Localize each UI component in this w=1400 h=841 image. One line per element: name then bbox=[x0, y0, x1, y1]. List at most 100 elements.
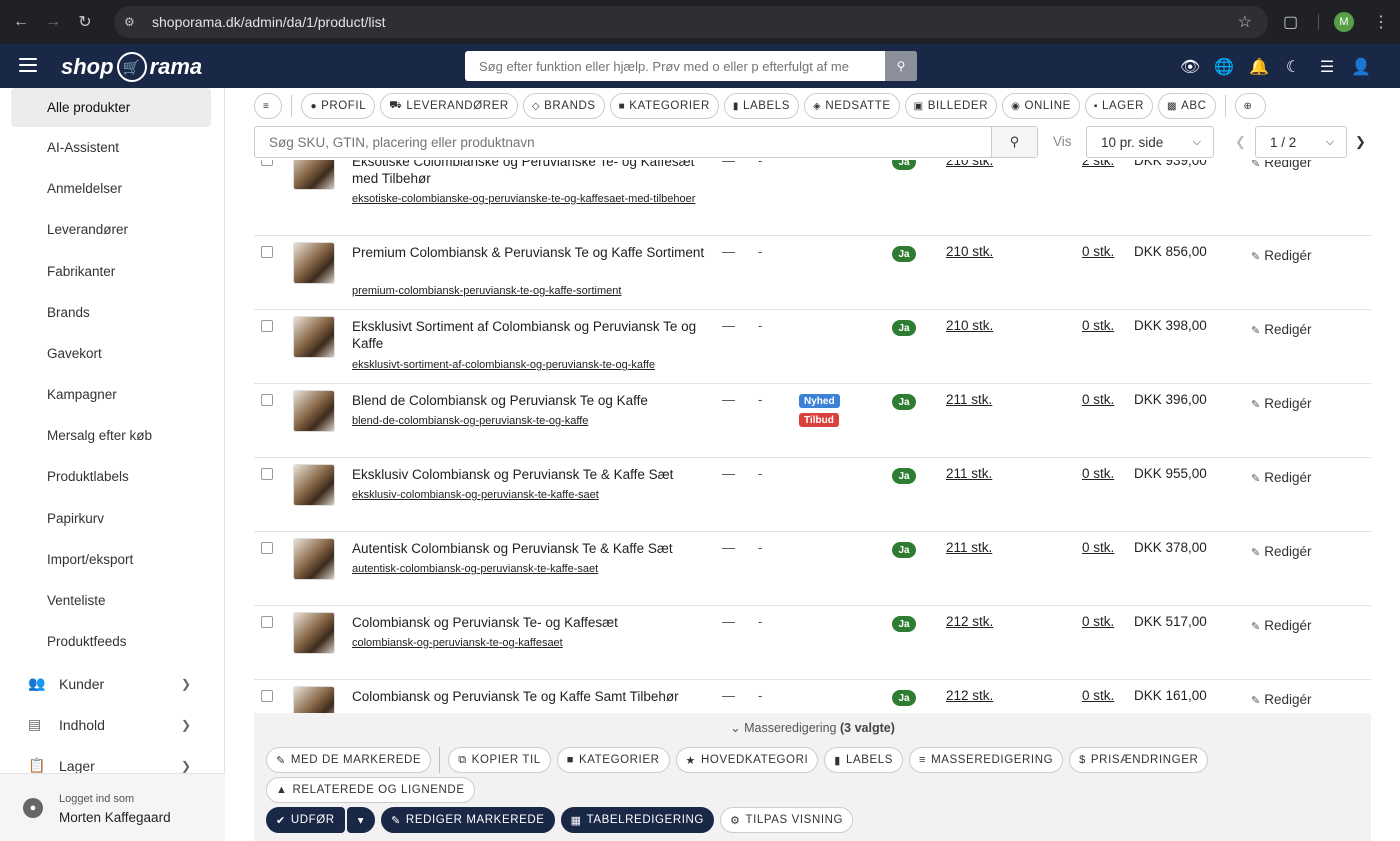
product-search-input[interactable] bbox=[255, 127, 991, 157]
hamburger-menu-icon[interactable] bbox=[19, 58, 37, 72]
user-icon[interactable]: 👤 bbox=[1351, 57, 1371, 77]
filter-chip-kategorier[interactable]: ■ KATEGORIER bbox=[609, 93, 719, 119]
add-filter-button[interactable]: ⊕ bbox=[1234, 93, 1266, 119]
sidebar-item-papirkurv[interactable]: Papirkurv bbox=[11, 499, 211, 538]
account-circle-icon[interactable]: ● bbox=[23, 798, 43, 818]
row-checkbox[interactable] bbox=[261, 246, 273, 258]
reserved-link[interactable]: 0 stk. bbox=[1082, 688, 1114, 703]
url-text[interactable]: shoporama.dk/admin/da/1/product/list bbox=[152, 14, 385, 30]
page-select[interactable]: 1 / 2 ⌵ bbox=[1255, 126, 1347, 158]
row-checkbox[interactable] bbox=[261, 616, 273, 628]
address-bar[interactable]: ⚙ shoporama.dk/admin/da/1/product/list ☆ bbox=[114, 6, 1268, 38]
table-row[interactable]: Autentisk Colombiansk og Peruviansk Te &… bbox=[254, 532, 1371, 606]
browser-menu-icon[interactable]: ⋮ bbox=[1373, 12, 1389, 32]
product-thumbnail[interactable] bbox=[293, 538, 335, 580]
reserved-link[interactable]: 0 stk. bbox=[1082, 244, 1114, 259]
moon-icon[interactable]: ☾ bbox=[1283, 57, 1303, 77]
execute-button[interactable]: ✔ UDFØR bbox=[266, 807, 345, 833]
filter-chip-abc[interactable]: ▩ ABC bbox=[1158, 93, 1216, 119]
labels-button[interactable]: ▮ LABELS bbox=[824, 747, 904, 773]
back-icon[interactable]: ← bbox=[10, 11, 32, 33]
table-row[interactable]: Colombiansk og Peruviansk Te og Kaffe Sa… bbox=[254, 680, 1371, 713]
filter-chip-brands[interactable]: ◇ BRANDS bbox=[522, 93, 605, 119]
filter-chip-billeder[interactable]: ▣ BILLEDER bbox=[904, 93, 998, 119]
product-slug[interactable]: premium-colombiansk-peruviansk-te-og-kaf… bbox=[352, 282, 712, 301]
edit-link[interactable]: ✎ Redigér bbox=[1251, 544, 1312, 559]
stock-link[interactable]: 211 stk. bbox=[946, 466, 992, 481]
table-row[interactable]: Eksklusiv Colombiansk og Peruviansk Te &… bbox=[254, 458, 1371, 532]
sidebar-item-alle-produkter[interactable]: Alle produkter bbox=[11, 88, 211, 127]
stock-link[interactable]: 212 stk. bbox=[946, 614, 993, 629]
bell-icon[interactable]: 🔔 bbox=[1249, 57, 1269, 77]
categories-button[interactable]: ■ KATEGORIER bbox=[556, 747, 670, 773]
product-slug[interactable]: colombiansk-og-peruviansk-te-og-kaffesae… bbox=[352, 634, 712, 653]
stock-link[interactable]: 212 stk. bbox=[946, 688, 993, 703]
row-checkbox[interactable] bbox=[261, 690, 273, 702]
product-name[interactable]: Eksklusivt Sortiment af Colombiansk og P… bbox=[352, 318, 712, 352]
search-icon[interactable]: ⚲ bbox=[885, 51, 917, 81]
row-checkbox[interactable] bbox=[261, 160, 273, 166]
edit-link[interactable]: ✎ Redigér bbox=[1251, 248, 1312, 263]
row-checkbox[interactable] bbox=[261, 542, 273, 554]
stock-link[interactable]: 211 stk. bbox=[946, 392, 992, 407]
global-search-input[interactable] bbox=[465, 51, 885, 81]
sidebar-item-import-eksport[interactable]: Import/eksport bbox=[11, 540, 211, 579]
table-row[interactable]: Premium Colombiansk & Peruviansk Te og K… bbox=[254, 236, 1371, 310]
reserved-link[interactable]: 0 stk. bbox=[1082, 540, 1114, 555]
product-thumbnail[interactable] bbox=[293, 160, 335, 190]
table-row[interactable]: Eksklusivt Sortiment af Colombiansk og P… bbox=[254, 310, 1371, 384]
reserved-link[interactable]: 2 stk. bbox=[1082, 160, 1114, 168]
sidebar-item-gavekort[interactable]: Gavekort bbox=[11, 334, 211, 373]
stock-link[interactable]: 210 stk. bbox=[946, 318, 993, 333]
product-slug[interactable]: eksklusivt-sortiment-af-colombiansk-og-p… bbox=[352, 356, 712, 375]
sidebar-item-kampagner[interactable]: Kampagner bbox=[11, 375, 211, 414]
sidebar-item-venteliste[interactable]: Venteliste bbox=[11, 581, 211, 620]
product-thumbnail[interactable] bbox=[293, 686, 335, 713]
bulk-edit-toggle[interactable]: ⌄ Masseredigering (3 valgte) bbox=[254, 720, 1371, 735]
forward-icon[interactable]: → bbox=[42, 11, 64, 33]
extensions-icon[interactable]: ▢ bbox=[1283, 12, 1298, 32]
sidebar-group-kunder[interactable]: 👥 Kunder ❯ bbox=[11, 664, 211, 703]
product-name[interactable]: Eksklusiv Colombiansk og Peruviansk Te &… bbox=[352, 466, 712, 483]
reserved-link[interactable]: 0 stk. bbox=[1082, 466, 1114, 481]
table-row[interactable]: Colombiansk og Peruviansk Te- og Kaffesæ… bbox=[254, 606, 1371, 680]
eye-icon[interactable]: 👁 bbox=[1180, 57, 1200, 77]
table-row[interactable]: Eksotiske Colombianske og Peruvianske Te… bbox=[254, 160, 1371, 236]
product-name[interactable]: Eksotiske Colombianske og Peruvianske Te… bbox=[352, 160, 712, 187]
product-name[interactable]: Colombiansk og Peruviansk Te- og Kaffesæ… bbox=[352, 614, 712, 631]
sort-toggle-button[interactable]: ≡ bbox=[254, 93, 283, 119]
reserved-link[interactable]: 0 stk. bbox=[1082, 318, 1114, 333]
per-page-select[interactable]: 10 pr. side ⌵ bbox=[1086, 126, 1214, 158]
row-checkbox[interactable] bbox=[261, 320, 273, 332]
stock-link[interactable]: 210 stk. bbox=[946, 160, 993, 168]
sidebar-item-fabrikanter[interactable]: Fabrikanter bbox=[11, 252, 211, 291]
site-settings-icon[interactable]: ⚙ bbox=[124, 15, 140, 29]
product-slug[interactable]: autentisk-colombiansk-og-peruviansk-te-k… bbox=[352, 560, 712, 579]
stack-icon[interactable]: ☰ bbox=[1317, 57, 1337, 77]
sidebar-item-produktfeeds[interactable]: Produktfeeds bbox=[11, 622, 211, 661]
filter-chip-labels[interactable]: ▮ LABELS bbox=[723, 93, 800, 119]
stock-link[interactable]: 211 stk. bbox=[946, 540, 992, 555]
sidebar-item-produktlabels[interactable]: Produktlabels bbox=[11, 457, 211, 496]
globe-icon[interactable]: 🌐 bbox=[1214, 57, 1234, 77]
previous-page-icon[interactable]: ❮ bbox=[1235, 134, 1246, 150]
filter-chip-leverandorer[interactable]: ⛟ LEVERANDØRER bbox=[380, 93, 518, 119]
bookmark-star-icon[interactable]: ☆ bbox=[1238, 12, 1252, 32]
edit-link[interactable]: ✎ Redigér bbox=[1251, 396, 1312, 411]
mass-edit-button[interactable]: ≡ MASSEREDIGERING bbox=[909, 747, 1064, 773]
stock-link[interactable]: 210 stk. bbox=[946, 244, 993, 259]
sidebar-item-ai-assistent[interactable]: AI-Assistent bbox=[11, 128, 211, 167]
search-icon[interactable]: ⚲ bbox=[991, 127, 1037, 157]
sidebar-item-leverandorer[interactable]: Leverandører bbox=[11, 210, 211, 249]
sidebar-group-indhold[interactable]: ▤ Indhold ❯ bbox=[11, 705, 211, 744]
row-checkbox[interactable] bbox=[261, 394, 273, 406]
product-thumbnail[interactable] bbox=[293, 316, 335, 358]
filter-chip-lager[interactable]: ▪ LAGER bbox=[1084, 93, 1154, 119]
edit-link[interactable]: ✎ Redigér bbox=[1251, 618, 1312, 633]
product-name[interactable]: Premium Colombiansk & Peruviansk Te og K… bbox=[352, 244, 712, 261]
reload-icon[interactable]: ↻ bbox=[74, 11, 96, 33]
sidebar-item-mersalg[interactable]: Mersalg efter køb bbox=[11, 416, 211, 455]
sidebar-item-brands[interactable]: Brands bbox=[11, 293, 211, 332]
customize-view-button[interactable]: ⚙ TILPAS VISNING bbox=[719, 807, 854, 833]
with-selected-button[interactable]: ✎ MED DE MARKEREDE bbox=[266, 747, 432, 773]
